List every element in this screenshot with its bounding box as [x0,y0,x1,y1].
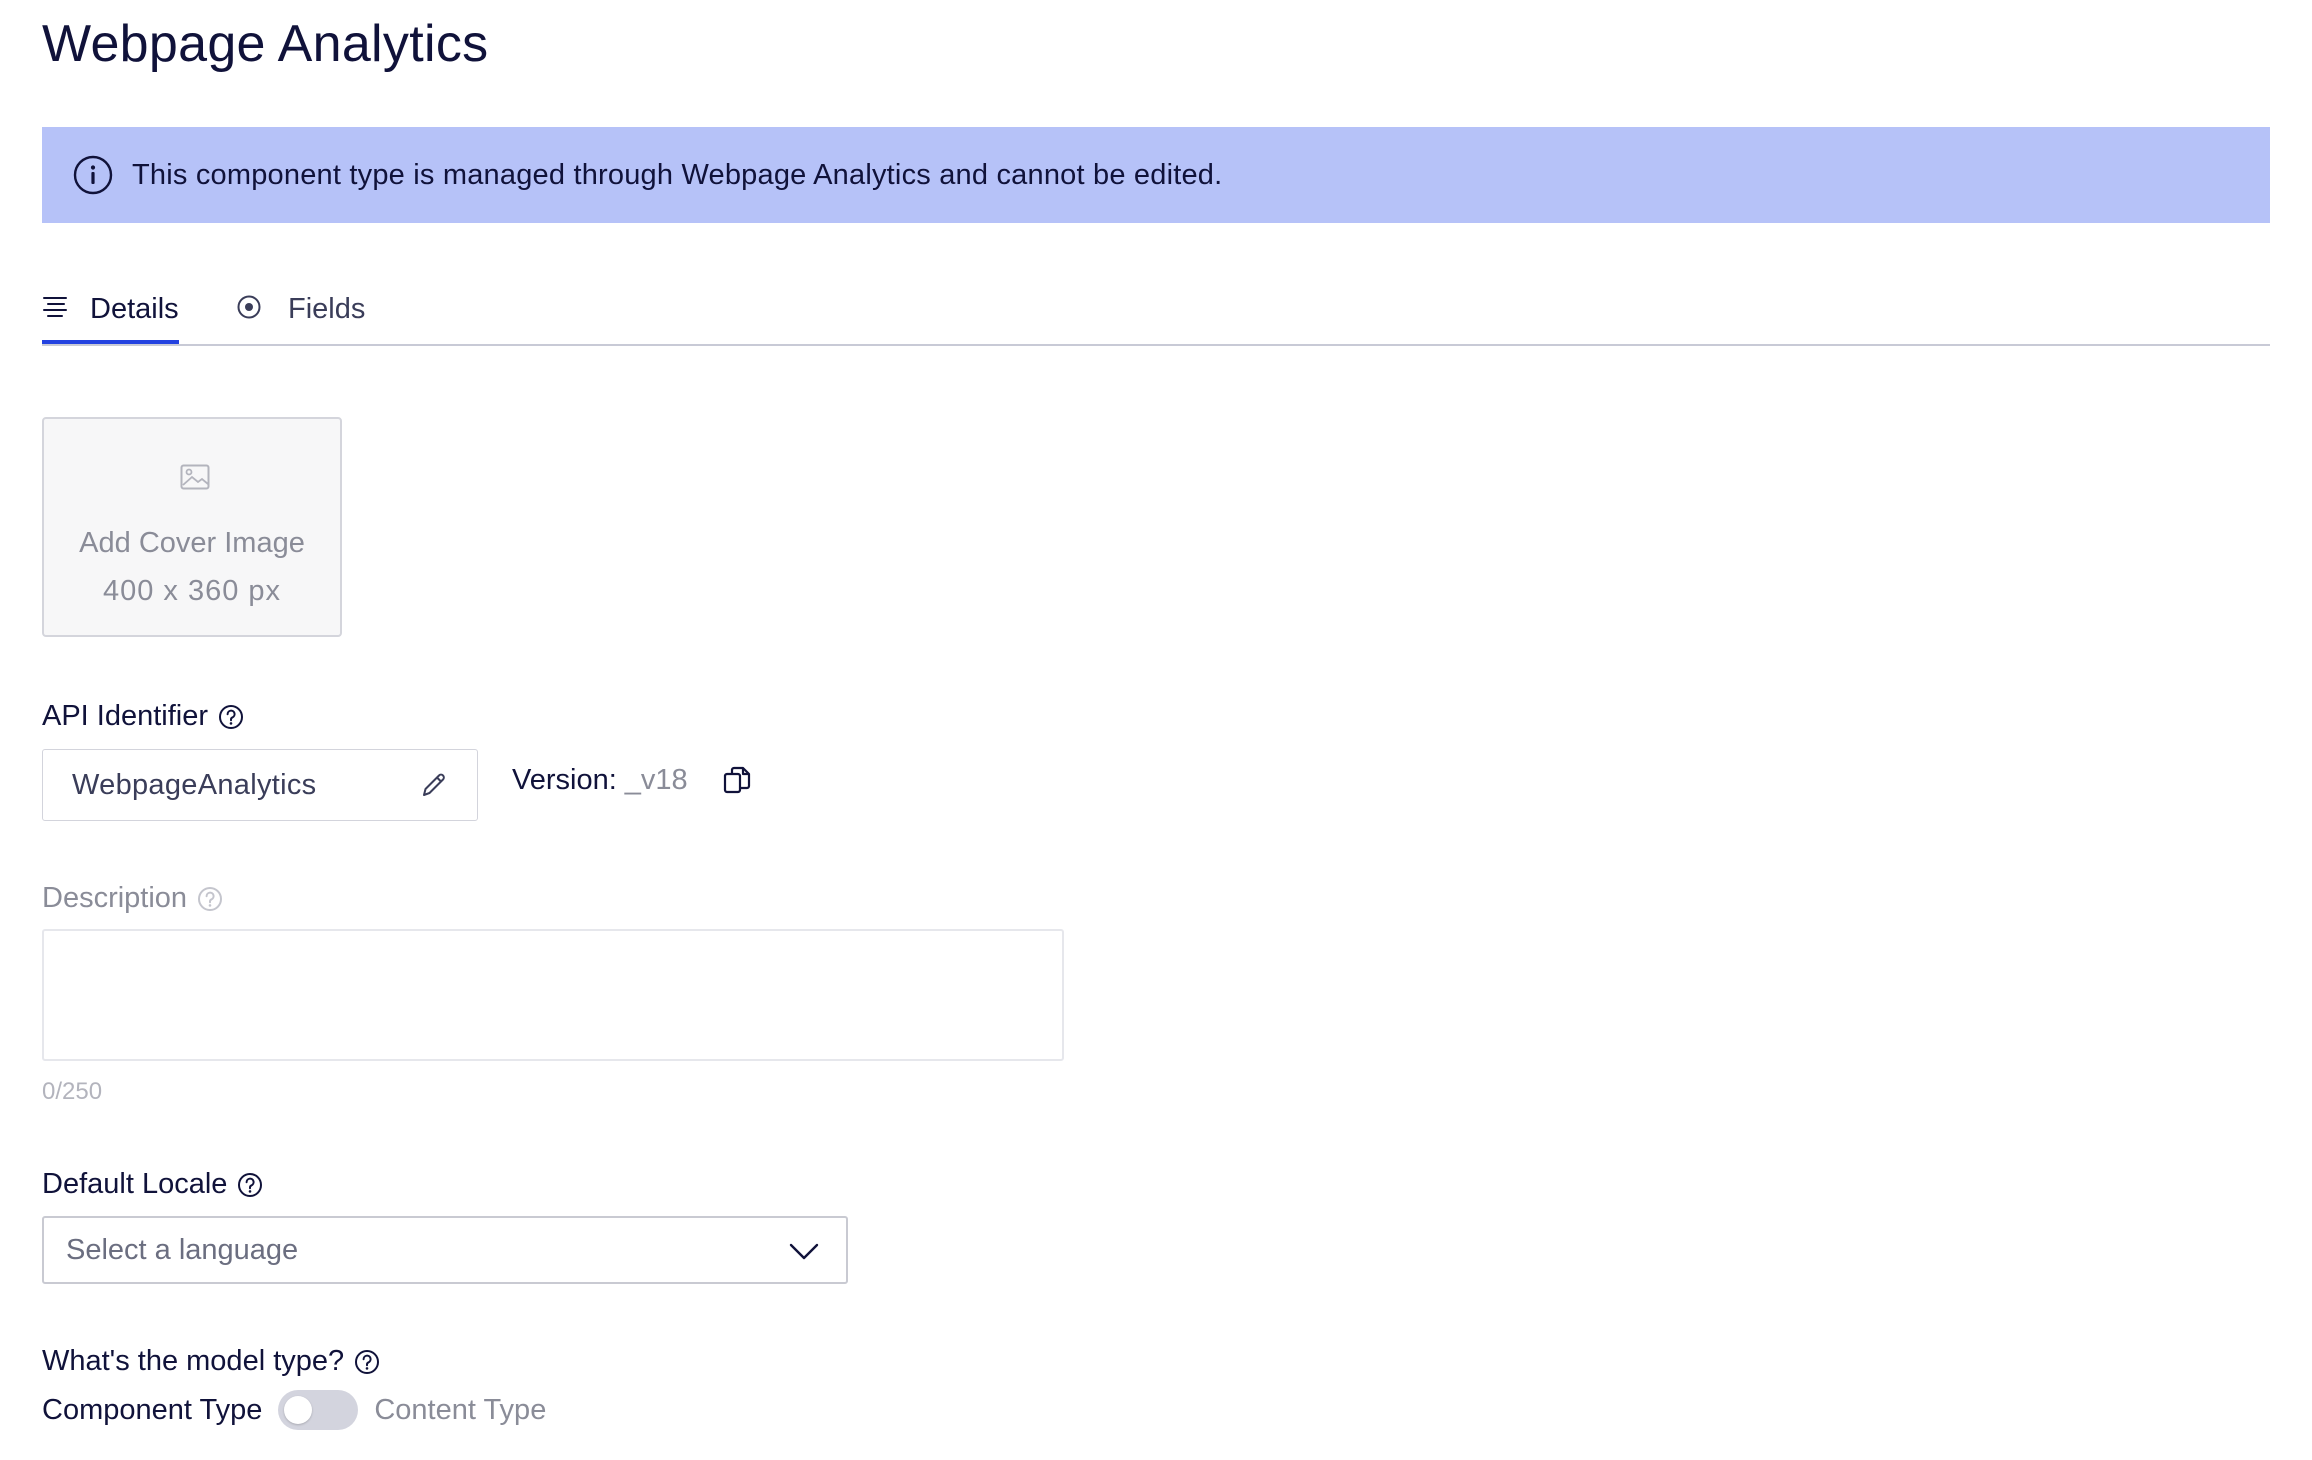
api-identifier-label-text: API Identifier [42,700,209,732]
copy-icon[interactable] [722,765,754,802]
language-select-placeholder: Select a language [66,1233,299,1266]
version-info: Version: _v18 [512,764,688,797]
description-char-counter: 0/250 [42,1078,103,1105]
description-label: Description [42,882,223,915]
tab-fields[interactable]: Fields [236,276,365,342]
version-value: _v18 [624,764,688,796]
toggle-knob [284,1396,313,1424]
banner-text: This component type is managed through W… [132,158,1223,191]
cover-image-dimensions: 400 x 360 px [102,575,282,607]
default-locale-label: Default Locale [42,1168,263,1201]
tab-fields-label: Fields [288,292,366,325]
api-identifier-field: WebpageAnalytics [42,749,478,821]
info-banner: This component type is managed through W… [42,127,2270,223]
help-icon[interactable] [218,704,244,730]
api-identifier-label: API Identifier [42,700,244,733]
model-type-toggle-row: Component Type Content Type [42,1390,546,1430]
image-icon [180,463,210,496]
radio-icon [236,294,262,325]
add-cover-image-button[interactable]: Add Cover Image 400 x 360 px [42,417,342,637]
version-label: Version: [512,764,617,796]
component-type-label: Component Type [42,1393,263,1426]
help-icon[interactable] [354,1349,380,1375]
list-icon [42,294,68,325]
tab-details[interactable]: Details [42,276,179,344]
model-type-toggle[interactable] [278,1390,359,1430]
description-textarea[interactable] [42,929,1064,1061]
chevron-down-icon [788,1238,820,1269]
content-type-label: Content Type [374,1393,547,1426]
model-type-label-text: What's the model type? [42,1345,345,1377]
model-type-label: What's the model type? [42,1345,380,1378]
api-identifier-value: WebpageAnalytics [72,768,317,801]
pencil-icon[interactable] [419,770,449,805]
language-select[interactable]: Select a language [42,1216,848,1284]
tab-bar: Details Fields [42,276,2270,346]
tab-details-label: Details [90,292,179,325]
page-title: Webpage Analytics [42,15,489,73]
help-icon[interactable] [237,1172,263,1198]
description-label-text: Description [42,882,188,914]
default-locale-label-text: Default Locale [42,1168,228,1200]
info-icon [72,154,114,196]
cover-image-title: Add Cover Image [79,527,305,559]
help-icon[interactable] [197,886,223,912]
